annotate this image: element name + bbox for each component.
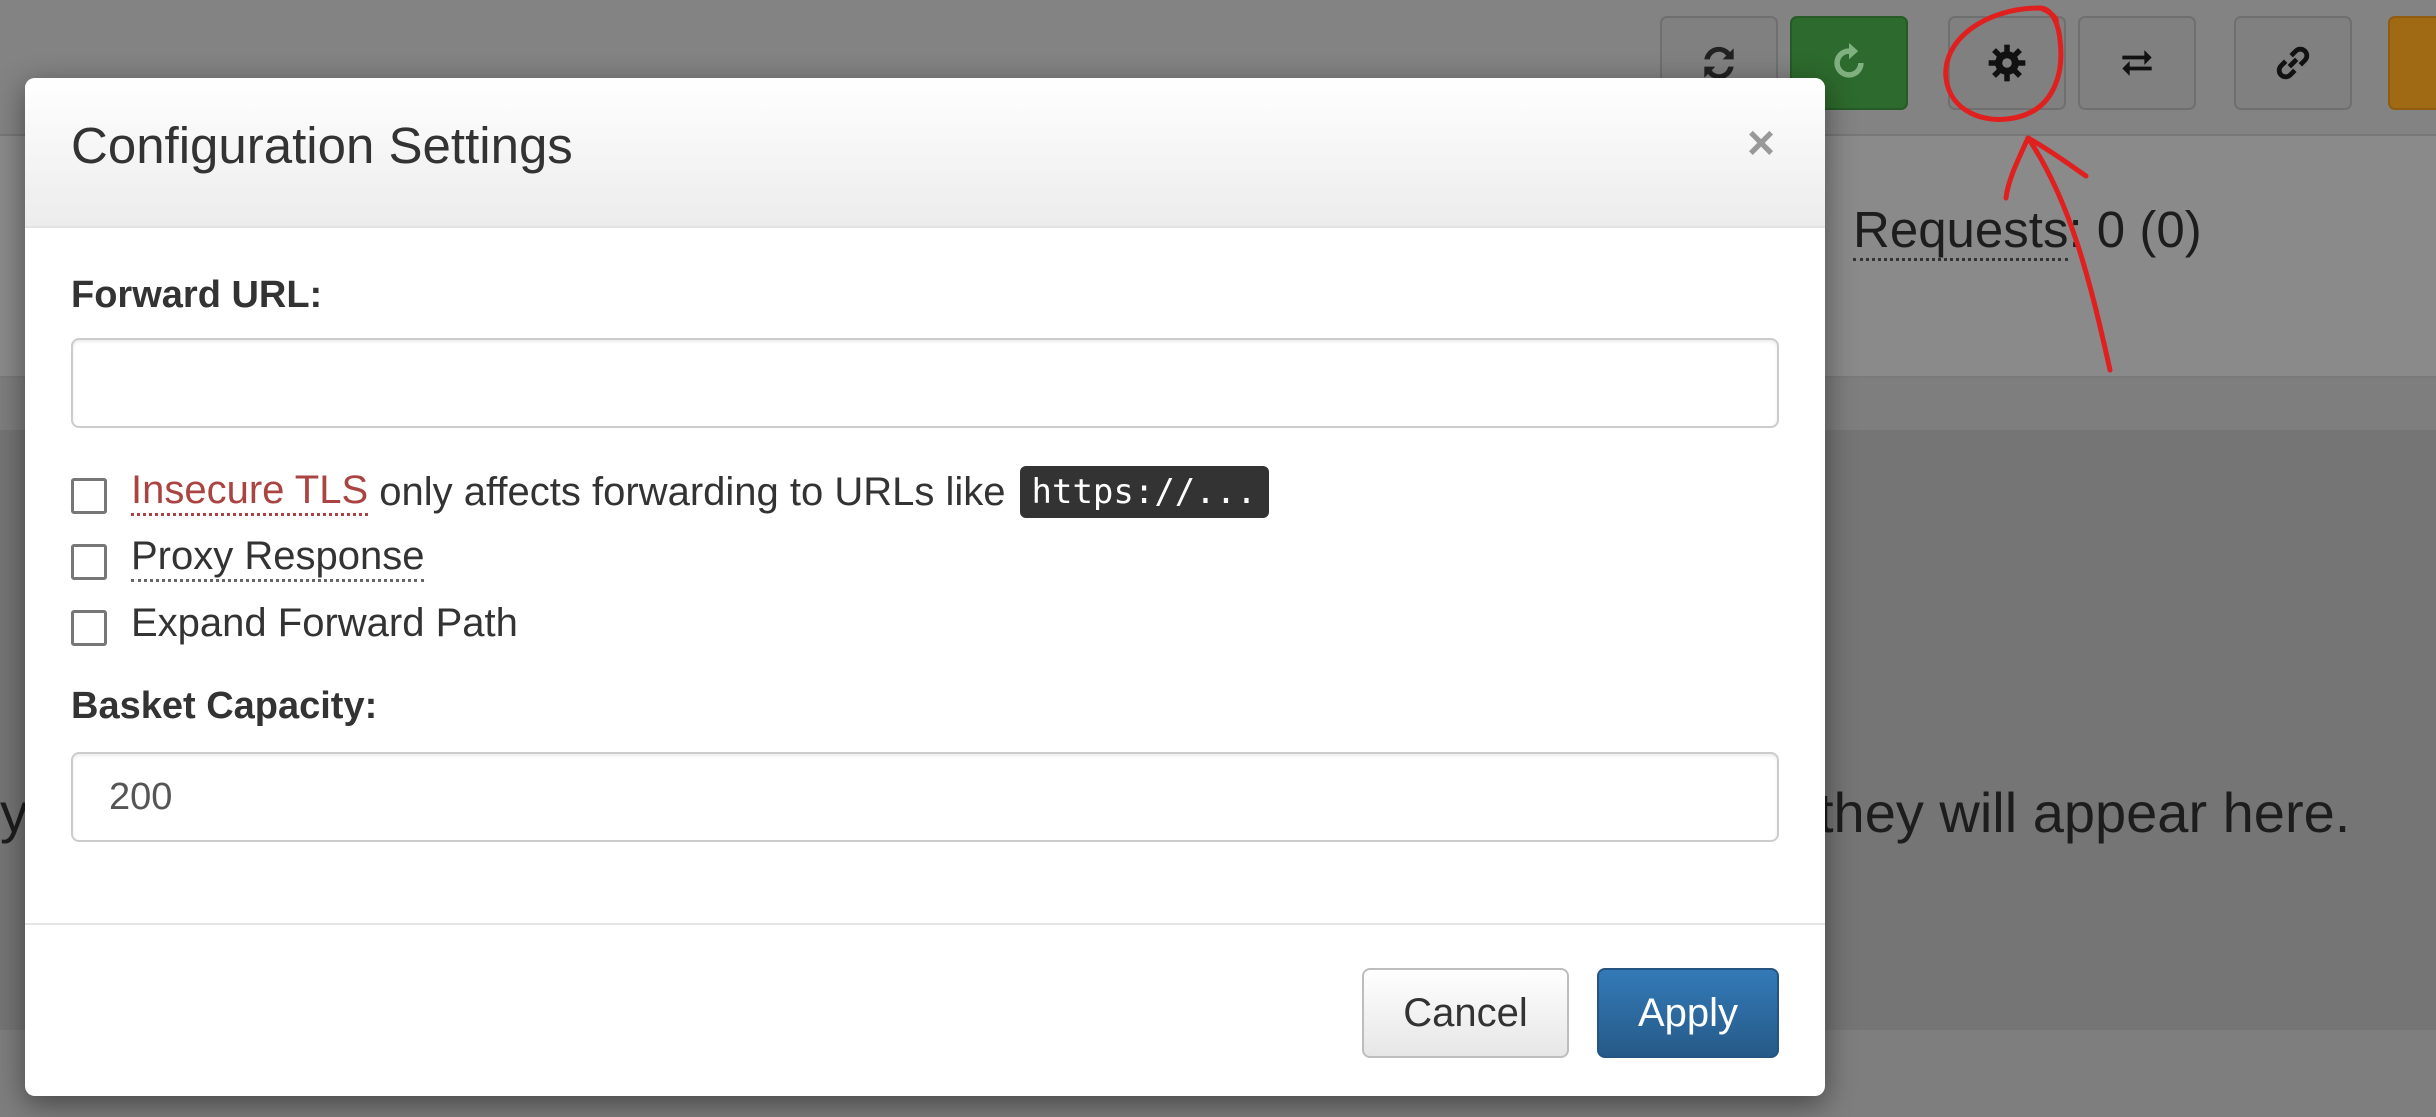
responses-button[interactable] bbox=[2078, 16, 2196, 110]
close-button[interactable]: × bbox=[1747, 116, 1775, 171]
insecure-tls-row: Insecure TLS only affects forwarding to … bbox=[71, 466, 1269, 518]
exchange-icon bbox=[2122, 50, 2152, 76]
modal-header: Configuration Settings × bbox=[25, 78, 1825, 228]
gear-icon bbox=[1988, 44, 2026, 82]
requests-counter: Requests: 0 (0) bbox=[1853, 200, 2202, 261]
forward-url-input[interactable] bbox=[71, 338, 1779, 428]
modal-title: Configuration Settings bbox=[71, 117, 573, 174]
forward-url-label: Forward URL: bbox=[71, 274, 323, 316]
expand-forward-path-row: Expand Forward Path bbox=[71, 601, 518, 646]
insecure-tls-description: only affects forwarding to URLs like bbox=[368, 469, 1006, 514]
proxy-response-checkbox[interactable] bbox=[71, 544, 107, 580]
expand-forward-path-checkbox[interactable] bbox=[71, 609, 107, 646]
empty-message: they will appear here. bbox=[1818, 781, 2351, 844]
share-link-button[interactable] bbox=[2234, 16, 2352, 110]
cancel-button[interactable]: Cancel bbox=[1362, 968, 1569, 1058]
insecure-tls-checkbox[interactable] bbox=[71, 478, 107, 514]
expand-forward-path-label[interactable]: Expand Forward Path bbox=[131, 601, 518, 646]
link-icon bbox=[2276, 46, 2310, 80]
settings-button[interactable] bbox=[1948, 16, 2066, 110]
basket-capacity-input[interactable] bbox=[71, 752, 1779, 842]
https-code-example: https://... bbox=[1019, 466, 1269, 518]
reload-icon bbox=[1834, 42, 1864, 78]
proxy-response-label[interactable]: Proxy Response bbox=[131, 534, 425, 582]
apply-button[interactable]: Apply bbox=[1597, 968, 1779, 1058]
basket-capacity-label: Basket Capacity: bbox=[71, 685, 378, 727]
delete-button[interactable] bbox=[2388, 16, 2436, 110]
modal-footer: Cancel Apply bbox=[25, 923, 1825, 1096]
insecure-tls-link[interactable]: Insecure TLS bbox=[131, 468, 369, 516]
proxy-response-row: Proxy Response bbox=[71, 534, 425, 582]
configuration-modal: Configuration Settings × Forward URL: In… bbox=[25, 78, 1825, 1096]
